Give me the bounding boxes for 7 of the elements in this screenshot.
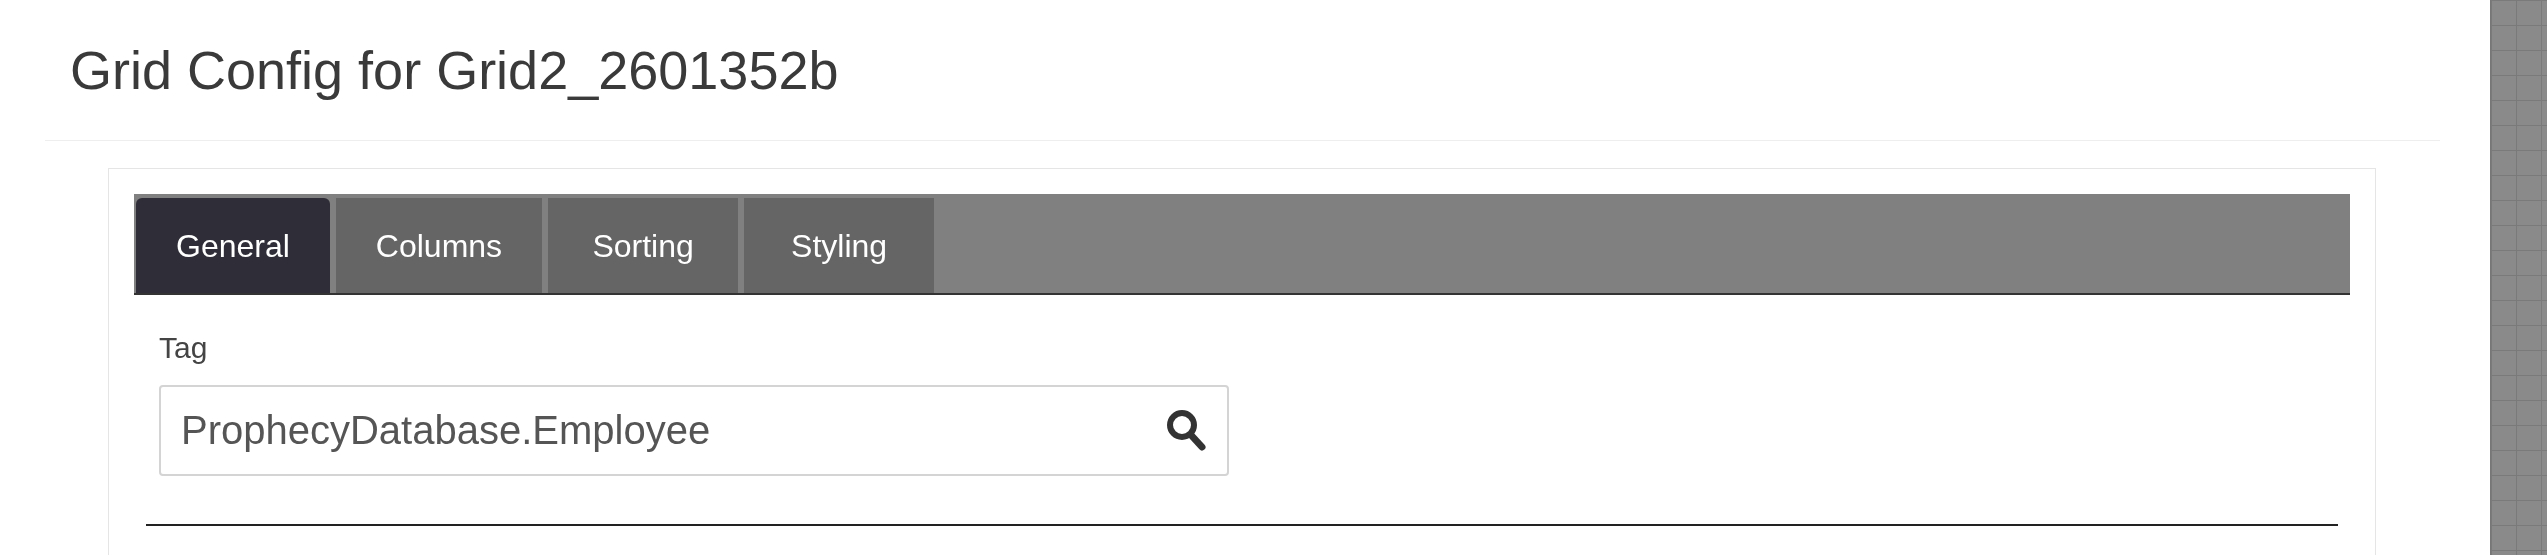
tab[interactable]: Columns: [335, 198, 543, 293]
field-label: Tag: [159, 330, 209, 366]
tag-field[interactable]: ProphecyDatabase.Employee: [159, 384, 1229, 476]
tab[interactable]: General: [136, 198, 330, 293]
search-icon[interactable]: [1165, 408, 1207, 452]
tab[interactable]: Styling: [744, 198, 935, 293]
tab[interactable]: Sorting: [548, 198, 739, 293]
